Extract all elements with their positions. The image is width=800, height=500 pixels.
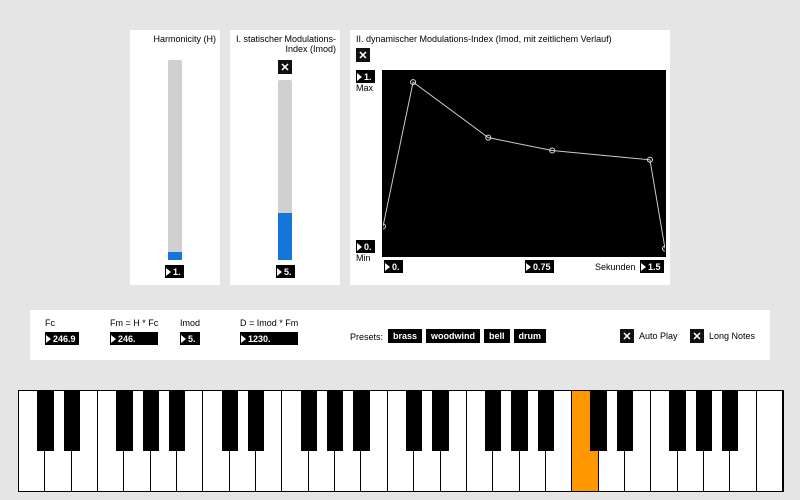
dynamic-ymax-numbox[interactable]: 1. <box>356 70 375 83</box>
white-key[interactable] <box>757 391 783 491</box>
black-key[interactable] <box>511 391 527 451</box>
black-key[interactable] <box>485 391 501 451</box>
static-index-slider[interactable] <box>278 80 292 260</box>
preset-bell[interactable]: bell <box>484 329 510 343</box>
harmonicity-slider[interactable] <box>168 60 182 260</box>
fc-numbox[interactable]: 246.9 <box>45 332 79 345</box>
static-index-numbox[interactable]: 5. <box>276 265 295 278</box>
preset-drum[interactable]: drum <box>514 329 547 343</box>
static-index-panel: I. statischer Modulations-Index (Imod) ✕… <box>230 30 340 285</box>
black-key[interactable] <box>722 391 738 451</box>
fm-numbox[interactable]: 246. <box>110 332 158 345</box>
black-key[interactable] <box>143 391 159 451</box>
black-key[interactable] <box>432 391 448 451</box>
piano-keyboard[interactable] <box>18 390 784 492</box>
presets-label: Presets: <box>350 332 383 342</box>
fm-label: Fm = H * Fc <box>110 318 158 328</box>
black-key[interactable] <box>116 391 132 451</box>
longnotes-toggle[interactable]: ✕ <box>690 329 704 343</box>
black-key[interactable] <box>590 391 606 451</box>
black-key[interactable] <box>301 391 317 451</box>
longnotes-label: Long Notes <box>709 331 755 341</box>
black-key[interactable] <box>538 391 554 451</box>
harmonicity-numbox[interactable]: 1. <box>165 265 184 278</box>
black-key[interactable] <box>169 391 185 451</box>
dynamic-ymin-numbox[interactable]: 0. <box>356 240 375 253</box>
black-key[interactable] <box>696 391 712 451</box>
dynamic-index-label: II. dynamischer Modulations-Index (Imod,… <box>356 34 612 44</box>
d-label: D = Imod * Fm <box>240 318 298 328</box>
harmonicity-label: Harmonicity (H) <box>153 34 216 44</box>
black-key[interactable] <box>64 391 80 451</box>
imod-label: Imod <box>180 318 200 328</box>
black-key[interactable] <box>327 391 343 451</box>
x-units-label: Sekunden <box>595 262 636 272</box>
harmonicity-panel: Harmonicity (H) 1. <box>130 30 220 285</box>
envelope-editor[interactable] <box>382 70 666 257</box>
ymax-label: Max <box>356 83 375 93</box>
black-key[interactable] <box>248 391 264 451</box>
black-key[interactable] <box>353 391 369 451</box>
ymin-label: Min <box>356 253 375 263</box>
params-strip: Fc 246.9 Fm = H * Fc 246. Imod 5. D = Im… <box>30 310 770 360</box>
black-key[interactable] <box>617 391 633 451</box>
autoplay-toggle[interactable]: ✕ <box>620 329 634 343</box>
preset-woodwind[interactable]: woodwind <box>426 329 480 343</box>
static-index-label: I. statischer Modulations-Index (Imod) <box>234 34 336 54</box>
autoplay-label: Auto Play <box>639 331 678 341</box>
static-index-toggle[interactable]: ✕ <box>278 60 292 74</box>
preset-brass[interactable]: brass <box>388 329 422 343</box>
dynamic-x0-numbox[interactable]: 0. <box>384 260 403 273</box>
dynamic-index-panel: II. dynamischer Modulations-Index (Imod,… <box>350 30 670 285</box>
black-key[interactable] <box>406 391 422 451</box>
imod-numbox[interactable]: 5. <box>180 332 200 345</box>
dynamic-xmid-numbox[interactable]: 0.75 <box>525 260 554 273</box>
black-key[interactable] <box>669 391 685 451</box>
dynamic-index-toggle[interactable]: ✕ <box>356 48 370 62</box>
d-numbox[interactable]: 1230. <box>240 332 298 345</box>
black-key[interactable] <box>37 391 53 451</box>
black-key[interactable] <box>222 391 238 451</box>
dynamic-xmax-numbox[interactable]: 1.5 <box>640 260 664 273</box>
fc-label: Fc <box>45 318 79 328</box>
